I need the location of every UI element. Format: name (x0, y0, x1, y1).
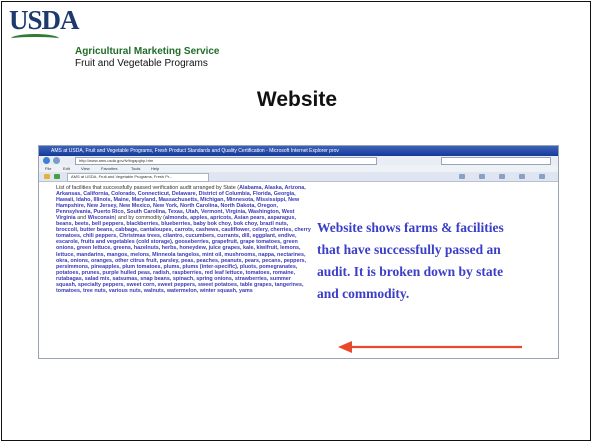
feeds-icon[interactable] (479, 174, 485, 179)
address-input[interactable]: http://www.ams.usda.gov/fv/fvgapghp.htm (75, 157, 377, 165)
usda-logo-swoosh (11, 34, 59, 43)
menu-view[interactable]: View (81, 166, 90, 171)
add-favorite-icon[interactable] (54, 174, 60, 179)
menu-favorites[interactable]: Favorites (101, 166, 117, 171)
program-name: Fruit and Vegetable Programs (75, 58, 208, 69)
menu-edit[interactable]: Edit (63, 166, 70, 171)
search-input[interactable] (441, 157, 551, 165)
address-text: http://www.ams.usda.gov/fv/fvgapghp.htm (79, 158, 154, 163)
browser-title-bar: AMS at USDA, Fruit and Vegetable Program… (39, 146, 558, 156)
browser-tab-bar: AMS at USDA, Fruit and Vegetable Program… (39, 172, 558, 182)
usda-logo: USDA (9, 5, 80, 43)
home-icon[interactable] (459, 174, 465, 179)
page-content: List of facilities that successfully pas… (56, 185, 311, 294)
menu-tools[interactable]: Tools (131, 166, 140, 171)
back-icon[interactable] (43, 157, 50, 164)
tools-menu-icon[interactable] (539, 174, 545, 179)
forward-icon[interactable] (53, 157, 60, 164)
browser-menu-bar: File Edit View Favorites Tools Help (39, 165, 558, 172)
menu-help[interactable]: Help (151, 166, 159, 171)
print-icon[interactable] (499, 174, 505, 179)
favorites-star-icon[interactable] (44, 174, 50, 179)
usda-logo-text: USDA (9, 5, 80, 35)
slide: USDA Agricultural Marketing Service Frui… (1, 1, 591, 441)
callout-text: Website shows farms & facilities that ha… (317, 220, 504, 301)
slide-title: Website (256, 88, 338, 111)
commodity-links[interactable]: almonds, apples, apricots, Asian pears, … (56, 215, 311, 294)
left-arrow-icon (338, 341, 522, 353)
page-menu-icon[interactable] (519, 174, 525, 179)
agency-name: Agricultural Marketing Service (75, 46, 220, 57)
browser-tab-label: AMS at USDA, Fruit and Vegetable Program… (71, 174, 173, 179)
browser-tab[interactable]: AMS at USDA, Fruit and Vegetable Program… (67, 173, 209, 182)
menu-file[interactable]: File (45, 166, 51, 171)
browser-window-title: AMS at USDA, Fruit and Vegetable Program… (51, 148, 339, 154)
